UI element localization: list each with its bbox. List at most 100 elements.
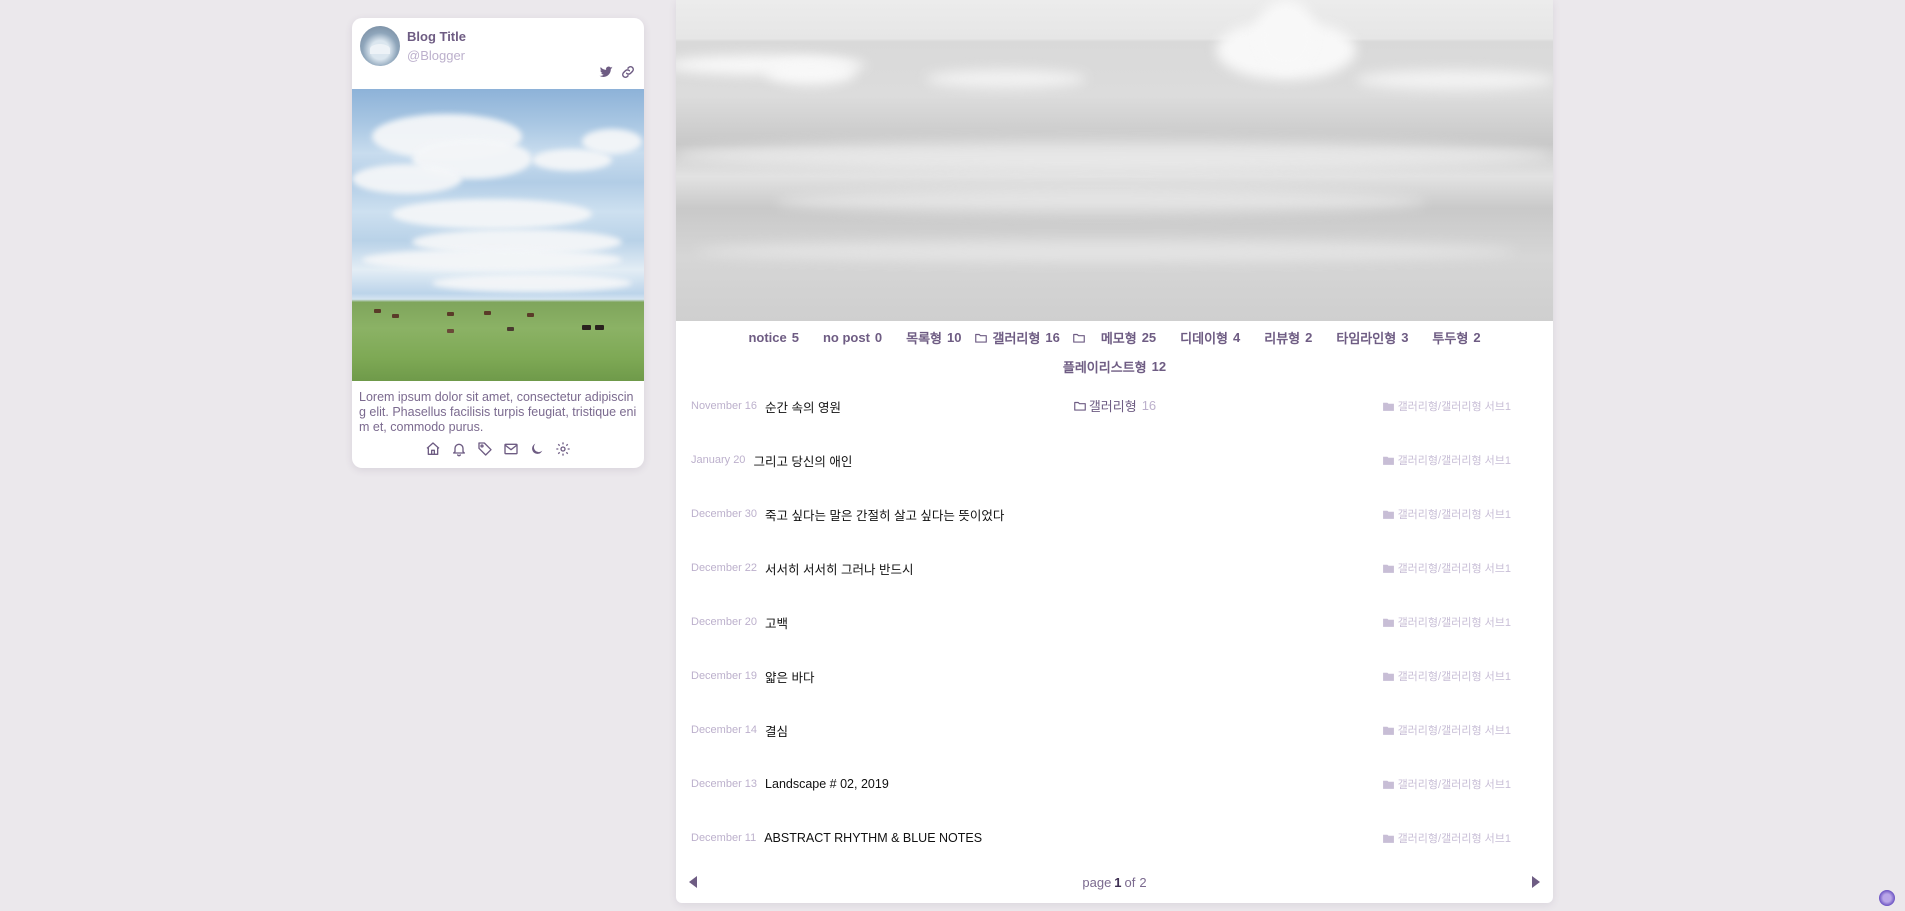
list-item[interactable]: December 13 Landscape # 02, 2019 갤러리형/갤러…	[676, 757, 1553, 811]
post-category[interactable]: 갤러리형/갤러리형 서브1	[1382, 560, 1511, 576]
post-title[interactable]: ABSTRACT RHYTHM & BLUE NOTES	[764, 831, 982, 845]
next-page-arrow-icon[interactable]	[1532, 876, 1540, 888]
nav-item-memo-type[interactable]: 메모형 25	[1060, 328, 1168, 347]
nav-label: 플레이리스트형	[1062, 360, 1147, 375]
folder-icon	[1382, 562, 1395, 575]
nav-label: no post	[822, 330, 870, 345]
bell-icon[interactable]	[451, 441, 467, 457]
post-category[interactable]: 갤러리형/갤러리형 서브1	[1382, 668, 1511, 684]
post-date: December 13	[691, 778, 758, 790]
nav-count: 0	[874, 330, 883, 345]
folder-icon	[1382, 400, 1395, 413]
post-category[interactable]: 갤러리형/갤러리형 서브1	[1382, 776, 1511, 792]
post-category-label: 갤러리형/갤러리형 서브1	[1397, 563, 1511, 575]
profile-toolbar	[352, 441, 644, 457]
mail-icon[interactable]	[503, 441, 519, 457]
post-title[interactable]: Landscape # 02, 2019	[765, 777, 889, 791]
nav-count: 12	[1151, 359, 1167, 374]
folder-icon	[1382, 508, 1395, 521]
gear-icon[interactable]	[555, 441, 571, 457]
folder-icon	[1382, 724, 1395, 737]
post-category-label: 갤러리형/갤러리형 서브1	[1397, 455, 1511, 467]
pager-prefix: page	[1082, 874, 1112, 890]
folder-icon	[1382, 616, 1395, 629]
nav-count: 10	[947, 330, 962, 345]
nav-label: 갤러리형	[992, 331, 1041, 346]
avatar[interactable]	[360, 26, 400, 66]
list-item[interactable]: December 14 결심 갤러리형/갤러리형 서브1	[676, 703, 1553, 757]
nav-item-review-type[interactable]: 리뷰형 2	[1252, 328, 1324, 347]
floating-badge-icon[interactable]	[1879, 890, 1895, 906]
post-category-label: 갤러리형/갤러리형 서브1	[1397, 833, 1511, 845]
nav-count: 2	[1473, 330, 1481, 345]
post-date: January 20	[691, 454, 746, 466]
blog-title[interactable]: Blog Title	[407, 29, 466, 44]
home-icon[interactable]	[425, 441, 441, 457]
tag-icon[interactable]	[477, 441, 493, 457]
post-date: December 14	[691, 724, 758, 736]
link-icon[interactable]	[620, 64, 636, 80]
post-date: December 19	[691, 670, 758, 682]
pager-current-page: 1	[1114, 874, 1122, 890]
moon-icon[interactable]	[529, 441, 545, 457]
list-item[interactable]: January 20 그리고 당신의 애인 갤러리형/갤러리형 서브1	[676, 433, 1553, 487]
nav-item-dday-type[interactable]: 디데이형 4	[1168, 328, 1252, 347]
nav-item-list-type[interactable]: 목록형 10	[894, 328, 961, 347]
post-date: December 20	[691, 616, 758, 628]
nav-count: 25	[1141, 330, 1157, 345]
list-item[interactable]: December 11 ABSTRACT RHYTHM & BLUE NOTES…	[676, 811, 1553, 865]
nav-item-gallery-type[interactable]: 갤러리형 16	[962, 328, 1060, 347]
nav-count: 3	[1401, 330, 1409, 345]
post-date: December 30	[691, 508, 758, 520]
list-item[interactable]: December 30 죽고 싶다는 말은 간절히 살고 싶다는 뜻이었다 갤러…	[676, 487, 1553, 541]
post-category-label: 갤러리형/갤러리형 서브1	[1397, 509, 1511, 521]
folder-icon	[974, 331, 988, 345]
post-category[interactable]: 갤러리형/갤러리형 서브1	[1382, 398, 1511, 414]
post-date: December 22	[691, 562, 758, 574]
nav-label: 메모형	[1100, 331, 1137, 346]
nav-item-notice[interactable]: notice 5	[736, 328, 811, 347]
nav-count: 2	[1305, 330, 1313, 345]
nav-count: 4	[1233, 330, 1241, 345]
pager-total-pages: 2	[1139, 874, 1147, 890]
list-item[interactable]: December 22 서서히 서서히 그러나 반드시 갤러리형/갤러리형 서브…	[676, 541, 1553, 595]
pagination: page 1 of 2	[676, 870, 1553, 894]
list-item[interactable]: November 16 순간 속의 영원 갤러리형/갤러리형 서브1	[676, 379, 1553, 433]
post-title[interactable]: 그리고 당신의 애인	[753, 451, 852, 470]
post-title[interactable]: 죽고 싶다는 말은 간절히 살고 싶다는 뜻이었다	[765, 505, 1004, 524]
nav-item-playlist-type[interactable]: 플레이리스트형 12	[1051, 357, 1178, 376]
nav-label: 리뷰형	[1264, 331, 1301, 346]
list-item[interactable]: December 20 고백 갤러리형/갤러리형 서브1	[676, 595, 1553, 649]
nav-item-timeline-type[interactable]: 타임라인형 3	[1324, 328, 1420, 347]
list-item[interactable]: December 19 얇은 바다 갤러리형/갤러리형 서브1	[676, 649, 1553, 703]
nav-count: 16	[1045, 330, 1060, 345]
post-category[interactable]: 갤러리형/갤러리형 서브1	[1382, 614, 1511, 630]
folder-icon	[1382, 778, 1395, 791]
post-category[interactable]: 갤러리형/갤러리형 서브1	[1382, 452, 1511, 468]
nav-item-todo-type[interactable]: 투두형 2	[1420, 328, 1492, 347]
folder-icon	[1072, 331, 1086, 345]
nav-label: notice	[748, 330, 787, 345]
post-category[interactable]: 갤러리형/갤러리형 서브1	[1382, 830, 1511, 846]
post-title[interactable]: 결심	[765, 721, 788, 740]
post-category[interactable]: 갤러리형/갤러리형 서브1	[1382, 722, 1511, 738]
post-list: November 16 순간 속의 영원 갤러리형/갤러리형 서브1 Janua…	[676, 379, 1553, 865]
nav-item-no-post[interactable]: no post 0	[811, 328, 894, 347]
main-panel: notice 5 no post 0 목록형 10 갤러리형 16 메모형 25…	[676, 0, 1553, 903]
nav-label: 디데이형	[1180, 331, 1229, 346]
twitter-icon[interactable]	[598, 64, 614, 80]
post-category-label: 갤러리형/갤러리형 서브1	[1397, 671, 1511, 683]
post-title[interactable]: 얇은 바다	[765, 667, 814, 686]
post-title[interactable]: 순간 속의 영원	[765, 397, 841, 416]
profile-card: Blog Title @Blogger Lorem ipsum dolor si…	[352, 18, 644, 468]
post-category-label: 갤러리형/갤러리형 서브1	[1397, 725, 1511, 737]
post-title[interactable]: 서서히 서서히 그러나 반드시	[765, 559, 913, 578]
post-title[interactable]: 고백	[765, 613, 788, 632]
profile-description: Lorem ipsum dolor sit amet, consectetur …	[359, 390, 637, 434]
post-category-label: 갤러리형/갤러리형 서브1	[1397, 401, 1511, 413]
folder-icon	[1382, 832, 1395, 845]
folder-icon	[1382, 454, 1395, 467]
post-category[interactable]: 갤러리형/갤러리형 서브1	[1382, 506, 1511, 522]
profile-header: Blog Title @Blogger	[352, 18, 644, 88]
prev-page-arrow-icon[interactable]	[689, 876, 697, 888]
